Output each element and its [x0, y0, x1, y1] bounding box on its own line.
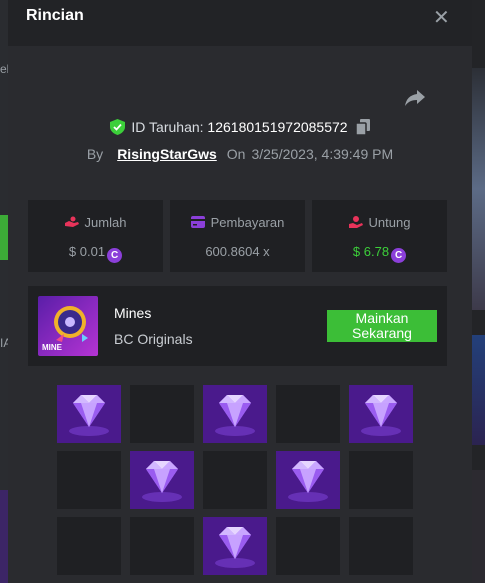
verified-shield-icon	[110, 119, 126, 135]
bet-stats: Jumlah $ 0.01 C Pembayaran 600.8604 x Unt…	[28, 200, 447, 272]
background-purple-strip	[0, 490, 8, 583]
board-cell-gem	[276, 451, 340, 509]
game-name: Mines	[114, 305, 152, 321]
board-cell-gem	[349, 385, 413, 443]
board-cell-gem	[57, 385, 121, 443]
bet-author-row: By RisingStarGws On 3/25/2023, 4:39:49 PM	[8, 146, 472, 162]
board-cell	[349, 451, 413, 509]
board-cell	[57, 517, 121, 575]
modal-title: Rincian	[26, 7, 84, 24]
board-cell	[57, 451, 121, 509]
stat-label: Pembayaran	[210, 215, 285, 230]
background-left-panel: el IA	[0, 0, 11, 583]
username-link[interactable]: RisingStarGws	[117, 146, 217, 162]
stat-payout: Pembayaran 600.8604 x	[170, 200, 305, 272]
diamond-gem-icon	[361, 395, 401, 436]
game-thumb-label: MINE	[42, 343, 62, 352]
diamond-gem-icon	[142, 461, 182, 502]
background-image	[472, 470, 485, 583]
by-label: By	[86, 146, 104, 162]
profit-hand-icon	[348, 216, 363, 228]
diamond-gem-icon	[215, 527, 255, 568]
game-card: MINE Mines BC Originals Mainkan Sekarang	[28, 286, 447, 366]
diamond-gem-icon	[215, 395, 255, 436]
bet-details-modal: Rincian ✕ ID Taruhan: 1261801519720855​7…	[8, 0, 472, 583]
currency-coin-icon: C	[391, 248, 407, 263]
share-icon[interactable]	[404, 88, 426, 108]
on-label: On	[226, 146, 246, 162]
play-now-button[interactable]: Mainkan Sekarang	[327, 310, 437, 342]
stat-label: Jumlah	[84, 215, 127, 230]
bet-id-label: ID Taruhan:	[131, 119, 204, 135]
background-right-panel	[472, 0, 485, 583]
play-button-label: Mainkan	[355, 310, 409, 326]
currency-coin-icon: C	[107, 248, 123, 263]
board-cell-gem	[203, 385, 267, 443]
board-cell-gem	[130, 451, 194, 509]
bet-id-value: 1261801519720855​72	[207, 119, 348, 135]
stat-amount: Jumlah $ 0.01 C	[28, 200, 163, 272]
board-cell	[203, 451, 267, 509]
stat-value: $ 0.01	[68, 244, 106, 259]
board-cell	[349, 517, 413, 575]
game-provider: BC Originals	[114, 331, 193, 347]
background-image	[472, 335, 485, 445]
bet-datetime: 3/25/2023, 4:39:49 PM	[251, 146, 394, 162]
board-cell	[130, 385, 194, 443]
modal-header: Rincian ✕	[8, 0, 472, 46]
diamond-gem-icon	[288, 461, 328, 502]
stat-value: 600.8604 x	[205, 244, 270, 259]
background-green-strip	[0, 215, 8, 260]
background-image	[472, 68, 485, 310]
board-cell	[276, 517, 340, 575]
stat-profit: Untung $ 6.78 C	[312, 200, 447, 272]
stat-value: $ 6.78	[352, 244, 390, 259]
bet-id-row: ID Taruhan: 1261801519720855​72	[8, 119, 472, 135]
wallet-icon	[190, 216, 205, 228]
board-cell-gem	[203, 517, 267, 575]
board-cell	[276, 385, 340, 443]
board-cell	[130, 517, 194, 575]
game-thumbnail[interactable]: MINE	[38, 296, 98, 356]
copy-icon[interactable]	[355, 119, 370, 135]
wager-hand-icon	[64, 216, 79, 227]
stat-label: Untung	[368, 215, 411, 230]
close-icon[interactable]: ✕	[433, 5, 450, 30]
diamond-gem-icon	[69, 395, 109, 436]
play-button-label: Sekarang	[352, 325, 412, 341]
